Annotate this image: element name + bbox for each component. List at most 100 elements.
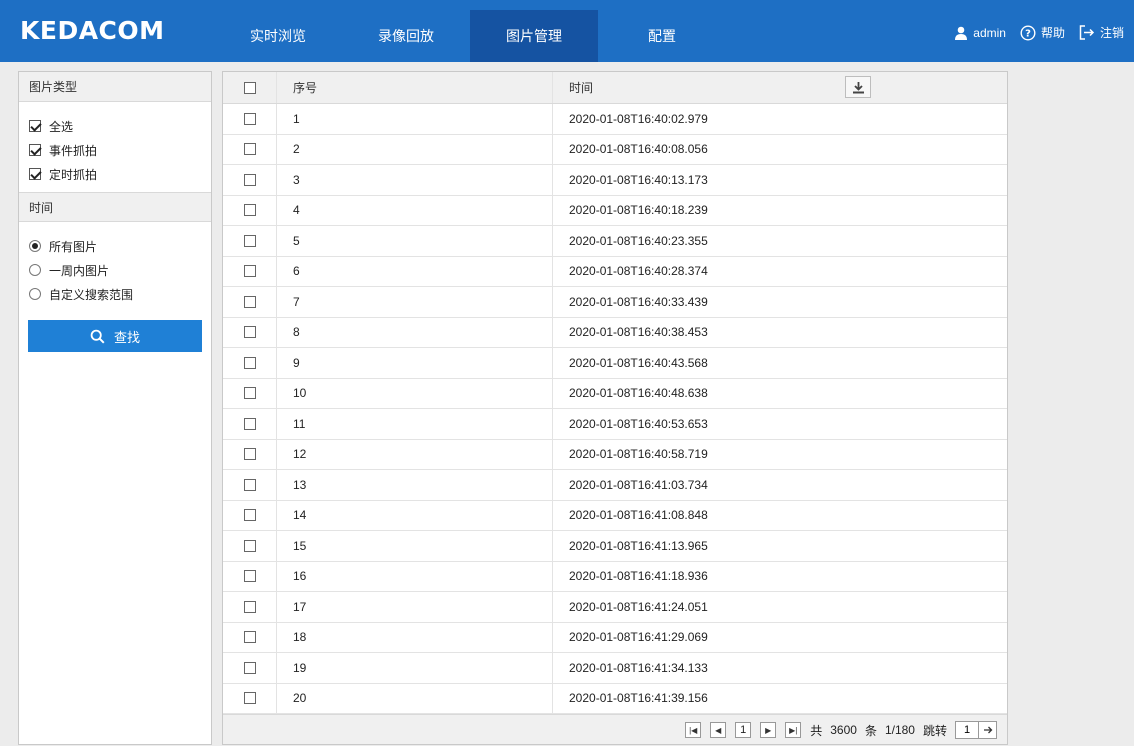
custom-range-radio[interactable] (29, 288, 41, 300)
row-checkbox[interactable] (243, 417, 256, 430)
select-all-checkbox[interactable] (29, 120, 41, 132)
table-row[interactable]: 12 2020-01-08T16:40:58.719 (223, 439, 1007, 470)
row-checkbox[interactable] (243, 448, 256, 461)
table-row[interactable]: 8 2020-01-08T16:40:38.453 (223, 317, 1007, 348)
row-checkbox[interactable] (243, 265, 256, 278)
row-checkbox[interactable] (243, 112, 256, 125)
table-row[interactable]: 18 2020-01-08T16:41:29.069 (223, 622, 1007, 653)
picture-type-header: 图片类型 (19, 72, 211, 102)
row-checkbox[interactable] (243, 661, 256, 674)
event-capture-label: 事件抓拍 (49, 143, 98, 158)
row-checkbox[interactable] (243, 509, 256, 522)
event-capture-checkbox[interactable] (29, 144, 41, 156)
last-page-icon[interactable]: ▶| (785, 722, 802, 738)
table-row[interactable]: 16 2020-01-08T16:41:18.936 (223, 561, 1007, 592)
row-time: 2020-01-08T16:40:02.979 (569, 111, 708, 126)
row-index: 4 (277, 195, 553, 225)
timed-capture-checkbox[interactable] (29, 168, 41, 180)
row-checkbox[interactable] (243, 234, 256, 247)
row-checkbox[interactable] (243, 692, 256, 705)
nav-tab-picture-management[interactable]: 图片管理 (470, 10, 598, 62)
time-option-list: 所有图片 一周内图片 自定义搜索范围 (19, 222, 211, 312)
search-button[interactable]: 查找 (28, 320, 202, 352)
table-row[interactable]: 20 2020-01-08T16:41:39.156 (223, 683, 1007, 714)
row-time: 2020-01-08T16:40:58.719 (569, 447, 708, 462)
first-page-icon[interactable]: |◀ (685, 722, 702, 738)
table-row[interactable]: 9 2020-01-08T16:40:43.568 (223, 348, 1007, 379)
row-time: 2020-01-08T16:41:13.965 (569, 538, 708, 553)
help-icon: ? (1020, 24, 1036, 41)
prev-page-icon[interactable]: ◀ (710, 722, 727, 738)
help-button[interactable]: ? 帮助 (1020, 24, 1065, 41)
logout-button[interactable]: 注销 (1079, 24, 1124, 41)
row-index: 7 (277, 287, 553, 317)
time-option-week[interactable]: 一周内图片 (29, 258, 211, 282)
row-index: 9 (277, 348, 553, 378)
select-all-rows-checkbox[interactable] (243, 81, 256, 94)
row-checkbox[interactable] (243, 478, 256, 491)
table-row[interactable]: 2 2020-01-08T16:40:08.056 (223, 134, 1007, 165)
row-checkbox[interactable] (243, 387, 256, 400)
nav-tab-config[interactable]: 配置 (598, 10, 726, 62)
select-all-label: 全选 (49, 119, 74, 134)
row-checkbox[interactable] (243, 295, 256, 308)
row-index: 20 (277, 683, 553, 713)
timed-capture-label: 定时抓拍 (49, 167, 98, 182)
row-checkbox[interactable] (243, 204, 256, 217)
row-index: 18 (277, 622, 553, 652)
row-time: 2020-01-08T16:41:08.848 (569, 508, 708, 523)
table-row[interactable]: 6 2020-01-08T16:40:28.374 (223, 256, 1007, 287)
table-row[interactable]: 3 2020-01-08T16:40:13.173 (223, 165, 1007, 196)
type-option-timed-capture[interactable]: 定时抓拍 (29, 162, 211, 186)
table-row[interactable]: 14 2020-01-08T16:41:08.848 (223, 500, 1007, 531)
table-row[interactable]: 1 2020-01-08T16:40:02.979 (223, 104, 1007, 135)
pagination-controls: |◀ ◀ 1 ▶ ▶| 共 3600 条 1/180 跳转 (685, 721, 997, 739)
row-index: 8 (277, 317, 553, 347)
table-row[interactable]: 11 2020-01-08T16:40:53.653 (223, 409, 1007, 440)
table-row[interactable]: 13 2020-01-08T16:41:03.734 (223, 470, 1007, 501)
row-select-cell (223, 165, 277, 195)
table-row[interactable]: 5 2020-01-08T16:40:23.355 (223, 226, 1007, 257)
download-icon (852, 81, 864, 93)
row-checkbox[interactable] (243, 631, 256, 644)
row-checkbox[interactable] (243, 539, 256, 552)
row-select-cell (223, 317, 277, 347)
table-row[interactable]: 10 2020-01-08T16:40:48.638 (223, 378, 1007, 409)
row-select-cell (223, 287, 277, 317)
table-row[interactable]: 17 2020-01-08T16:41:24.051 (223, 592, 1007, 623)
pagination-bar: |◀ ◀ 1 ▶ ▶| 共 3600 条 1/180 跳转 (223, 714, 1007, 744)
all-pictures-radio[interactable] (29, 240, 41, 252)
logout-icon (1079, 25, 1095, 40)
row-checkbox[interactable] (243, 356, 256, 369)
table-row[interactable]: 4 2020-01-08T16:40:18.239 (223, 195, 1007, 226)
row-time: 2020-01-08T16:40:43.568 (569, 355, 708, 370)
time-option-custom[interactable]: 自定义搜索范围 (29, 282, 211, 306)
row-select-cell (223, 226, 277, 256)
type-option-select-all[interactable]: 全选 (29, 114, 211, 138)
user-menu[interactable]: admin (954, 26, 1006, 40)
go-arrow-icon[interactable] (979, 721, 997, 739)
table-row[interactable]: 7 2020-01-08T16:40:33.439 (223, 287, 1007, 318)
table-row[interactable]: 19 2020-01-08T16:41:34.133 (223, 653, 1007, 684)
row-checkbox[interactable] (243, 326, 256, 339)
row-select-cell (223, 622, 277, 652)
next-page-icon[interactable]: ▶ (760, 722, 777, 738)
row-checkbox[interactable] (243, 143, 256, 156)
current-page-number[interactable]: 1 (735, 722, 752, 738)
row-select-cell (223, 348, 277, 378)
row-checkbox[interactable] (243, 600, 256, 613)
time-option-all[interactable]: 所有图片 (29, 234, 211, 258)
table-row[interactable]: 15 2020-01-08T16:41:13.965 (223, 531, 1007, 562)
table-body: 1 2020-01-08T16:40:02.979 2 2020-01-08T16:4… (223, 104, 1007, 714)
type-option-event-capture[interactable]: 事件抓拍 (29, 138, 211, 162)
download-button[interactable] (845, 76, 871, 98)
row-time: 2020-01-08T16:41:24.051 (569, 599, 708, 614)
row-checkbox[interactable] (243, 173, 256, 186)
row-index: 16 (277, 561, 553, 591)
kedacom-logo: KEDACOM (20, 16, 165, 45)
nav-tab-live-view[interactable]: 实时浏览 (214, 10, 342, 62)
nav-tab-playback[interactable]: 录像回放 (342, 10, 470, 62)
week-pictures-radio[interactable] (29, 264, 41, 276)
row-checkbox[interactable] (243, 570, 256, 583)
jump-page-input[interactable] (955, 721, 979, 739)
